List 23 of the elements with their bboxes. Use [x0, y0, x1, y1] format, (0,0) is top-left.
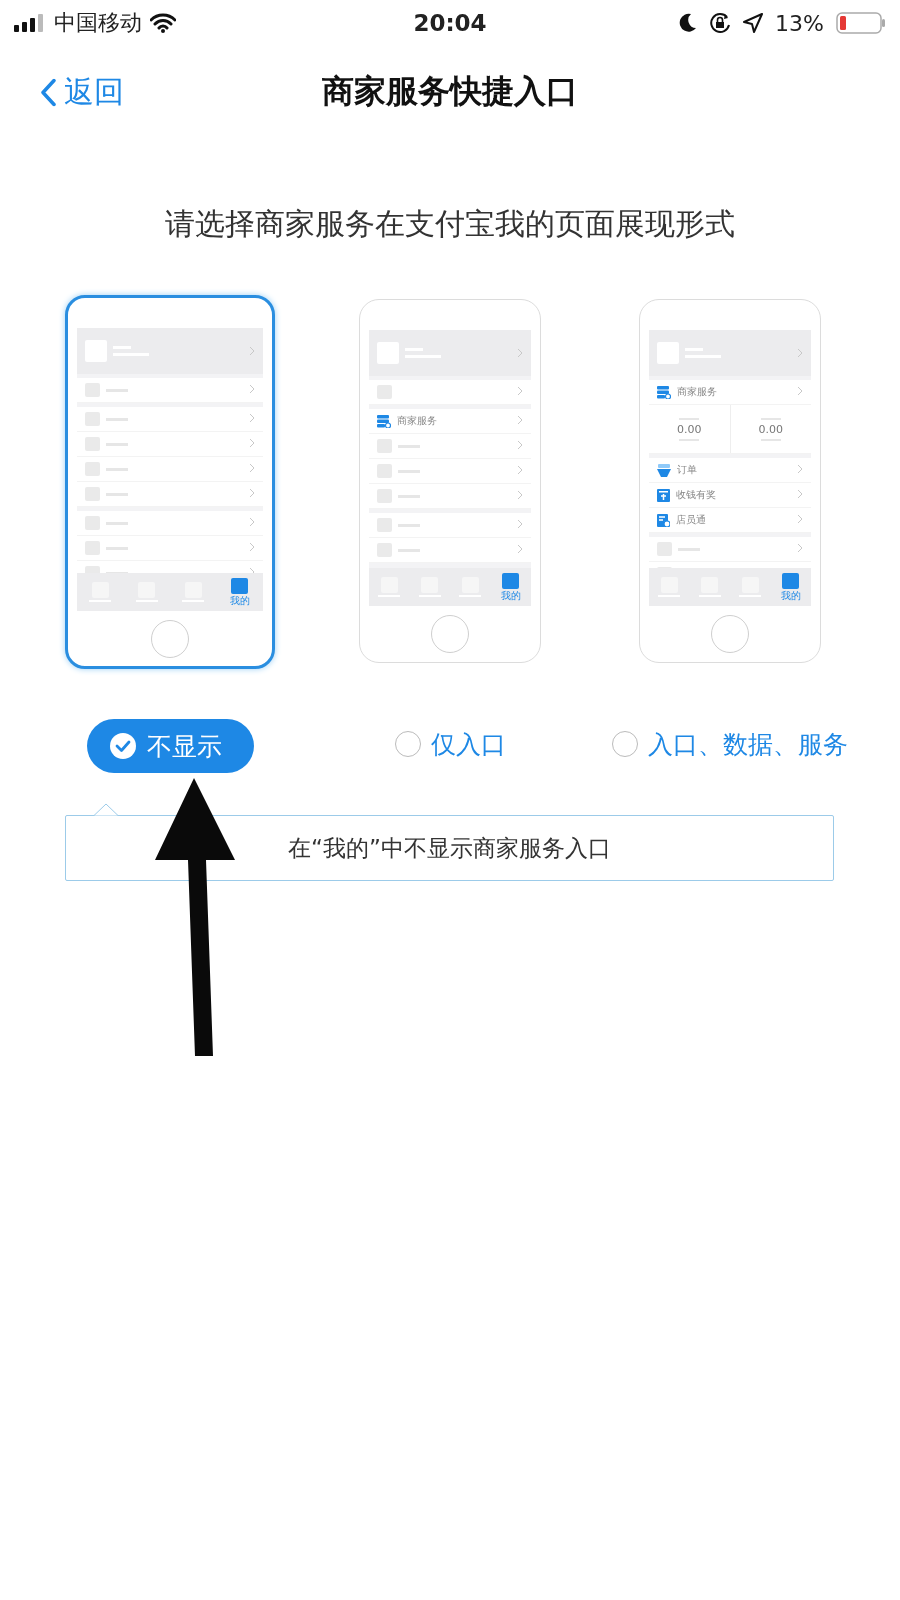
row-label: 店员通	[676, 513, 706, 527]
row-label: 商家服务	[677, 385, 717, 399]
back-button[interactable]: 返回	[40, 71, 124, 113]
stat-value: 0.00	[758, 422, 783, 436]
row-label: 商家服务	[397, 414, 437, 428]
instruction-text: 请选择商家服务在支付宝我的页面展现形式	[164, 205, 736, 243]
phone-preview[interactable]: 商家服务 我的	[359, 299, 541, 663]
carrier-name: 中国移动	[54, 9, 142, 37]
row-label: 收钱有奖	[676, 488, 716, 502]
tab-label: 我的	[780, 591, 801, 601]
tooltip-text: 在“我的”中不显示商家服务入口	[288, 833, 611, 863]
phone-preview[interactable]: 商家服务 0.00 0.00 订单 收钱有奖 店员通 我的	[639, 299, 821, 663]
tab-label: 我的	[500, 591, 521, 601]
option-radio[interactable]: 仅入口	[380, 717, 520, 771]
phone-preview[interactable]: 我的	[65, 295, 275, 669]
clock-time: 20:04	[413, 10, 487, 36]
option-radio[interactable]: 入口、数据、服务	[598, 717, 862, 771]
option-radio[interactable]: 不显示	[86, 719, 254, 773]
row-label: 订单	[677, 463, 697, 477]
battery-percent: 13%	[775, 10, 824, 36]
page-title: 商家服务快捷入口	[322, 71, 578, 112]
tab-label: 我的	[229, 596, 250, 606]
stat-value: 0.00	[677, 422, 702, 436]
